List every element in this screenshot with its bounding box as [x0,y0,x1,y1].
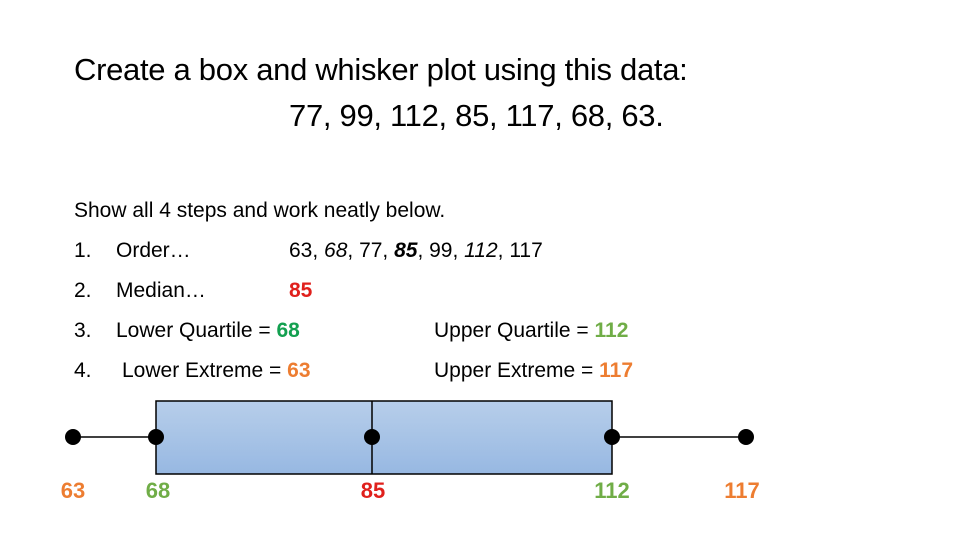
q3-point [604,429,620,445]
label-q3: 112 [594,478,630,503]
min-point [65,429,81,445]
label-max: 117 [724,478,760,503]
median-point [364,429,380,445]
label-median: 85 [360,478,386,503]
max-point [738,429,754,445]
box-q1-q3 [155,400,613,475]
q1-point [148,429,164,445]
label-q1: 68 [145,478,171,503]
label-min: 63 [60,478,86,503]
box-plot [65,400,754,475]
